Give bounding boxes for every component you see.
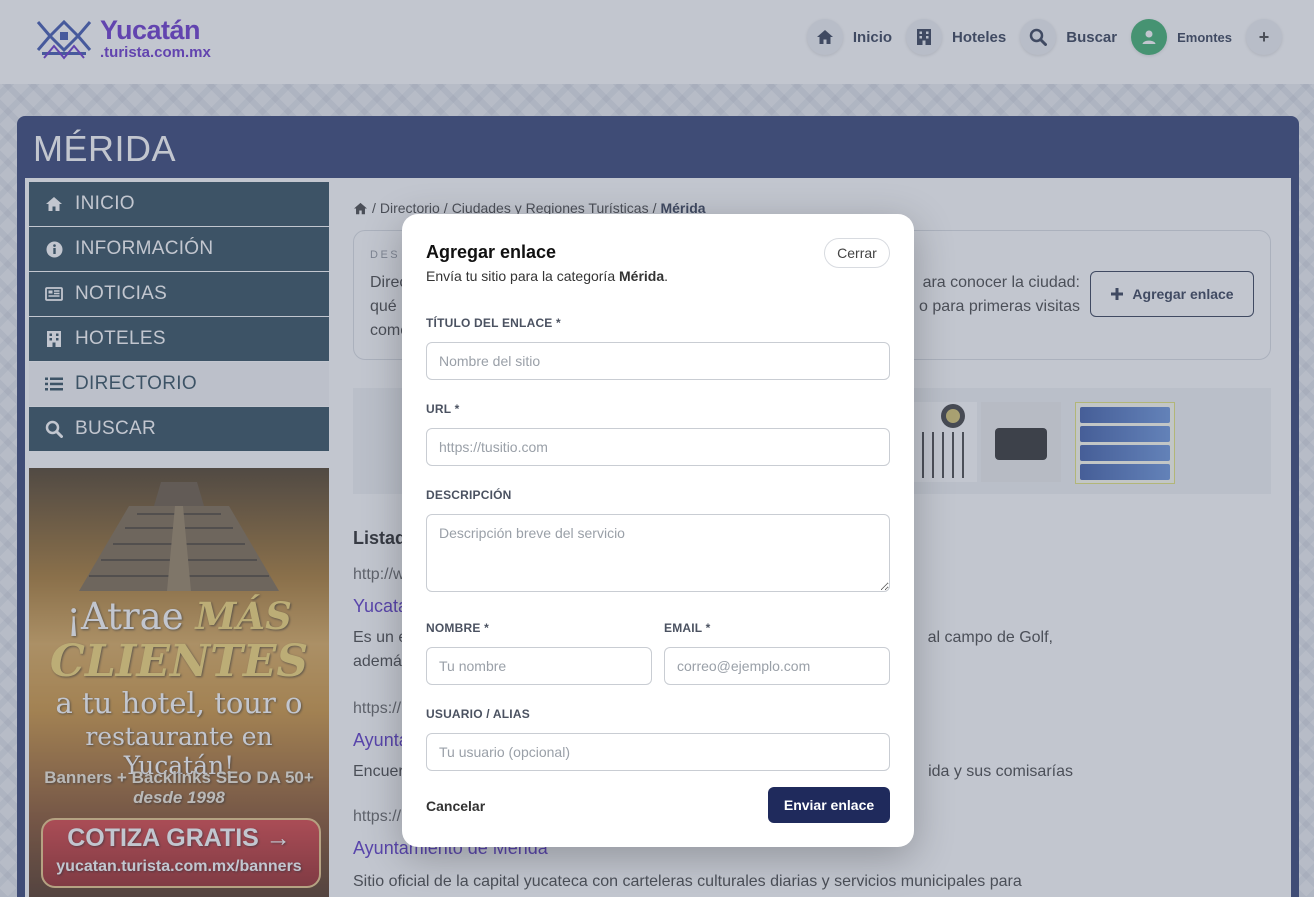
user-field-label: USUARIO / ALIAS bbox=[426, 707, 530, 721]
url-field-label: URL * bbox=[426, 402, 460, 416]
modal-subtitle-category: Mérida bbox=[619, 268, 665, 284]
email-input[interactable] bbox=[664, 647, 890, 685]
email-field-label: EMAIL * bbox=[664, 621, 711, 635]
modal-subtitle-prefix: Envía tu sitio para la categoría bbox=[426, 268, 616, 284]
description-textarea[interactable] bbox=[426, 514, 890, 592]
title-field-label: TÍTULO DEL ENLACE * bbox=[426, 316, 561, 330]
url-input[interactable] bbox=[426, 428, 890, 466]
modal-subtitle-suffix: . bbox=[664, 268, 669, 284]
title-input[interactable] bbox=[426, 342, 890, 380]
cancel-button[interactable]: Cancelar bbox=[426, 798, 485, 814]
name-input[interactable] bbox=[426, 647, 652, 685]
name-field-label: NOMBRE * bbox=[426, 621, 489, 635]
user-input[interactable] bbox=[426, 733, 890, 771]
add-link-modal: Agregar enlace Envía tu sitio para la ca… bbox=[402, 214, 914, 847]
description-field-label: DESCRIPCIÓN bbox=[426, 488, 512, 502]
submit-link-button[interactable]: Enviar enlace bbox=[768, 787, 890, 823]
modal-title: Agregar enlace bbox=[426, 242, 557, 262]
modal-subtitle: Envía tu sitio para la categoría Mérida. bbox=[426, 268, 668, 284]
close-button[interactable]: Cerrar bbox=[824, 238, 890, 268]
